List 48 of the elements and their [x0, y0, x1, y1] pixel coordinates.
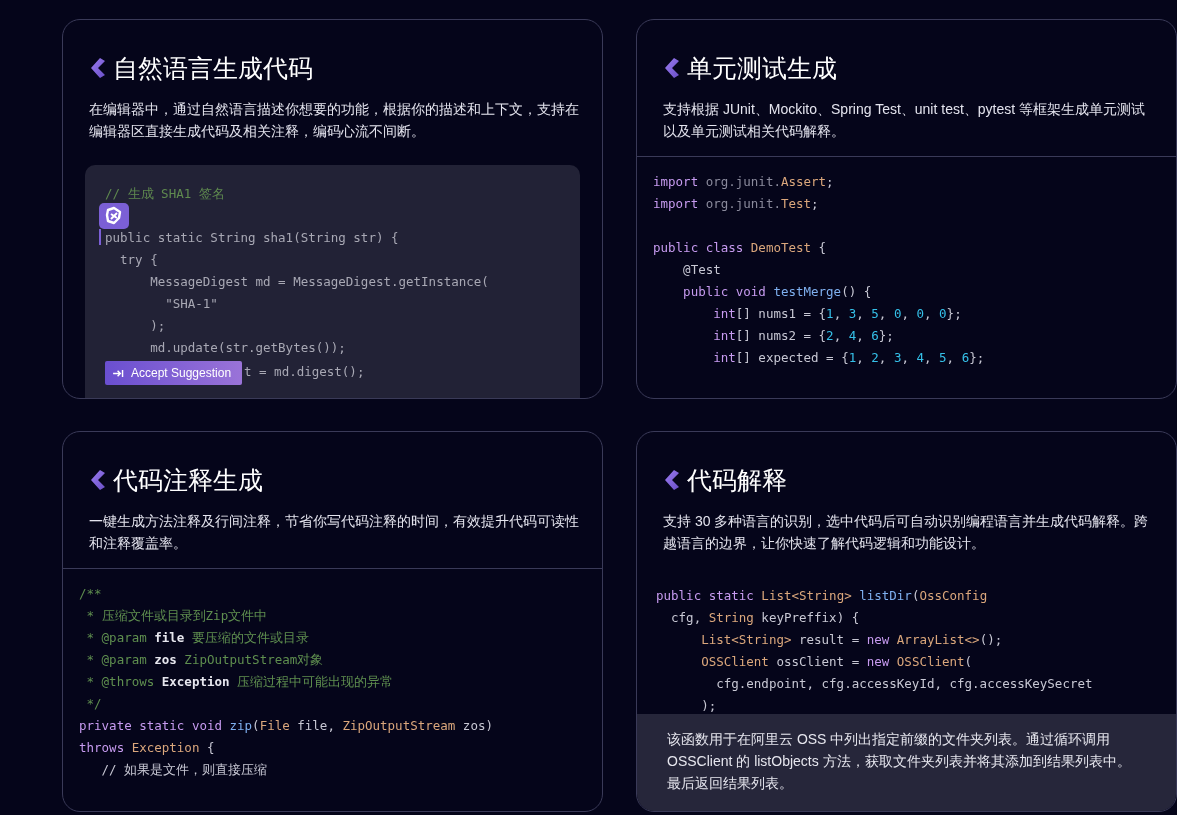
code-line: import org.junit.Assert; [653, 173, 834, 191]
code-line: * 压缩文件或目录到Zip文件中 [85, 607, 268, 625]
code-line: md.update(str.getBytes()); [149, 339, 346, 357]
card-description: 在编辑器中，通过自然语言描述你想要的功能，根据你的描述和上下文，支持在编辑器区直接生成代码及相关注释，编码心流不间断。 [88, 100, 580, 141]
code-line: throws Exception { [79, 739, 215, 757]
code-line: @Test [682, 261, 721, 279]
code-line: OSSClient ossClient = new OSSClient( [700, 653, 973, 671]
code-line: MessageDigest md = MessageDigest.getInstance( [149, 273, 489, 291]
card-title: 代码注释生成 [113, 465, 263, 496]
chevron-icon [663, 469, 681, 491]
code-line: * @param file 要压缩的文件或目录 [85, 629, 309, 647]
code-line: List<String> result = new ArrayList<>(); [700, 631, 1003, 649]
card-description: 支持 30 多种语言的识别，选中代码后可自动识别编程语言并生成代码解释。跨越语言的边界，让你快速了解代码逻辑和功能设计。 [662, 512, 1150, 553]
card-description: 支持根据 JUnit、Mockito、Spring Test、unit test、pytest 等框架生成单元测试以及单元测试相关代码解释。 [662, 100, 1147, 141]
code-line: * @param zos ZipOutputStream对象 [85, 651, 324, 669]
code-line: int[] nums2 = {2, 4, 6}; [712, 327, 894, 345]
card-title: 自然语言生成代码 [113, 53, 313, 84]
chevron-icon [89, 469, 107, 491]
card-description: 一键生成方法注释及行间注释，节省你写代码注释的时间，有效提升代码可读性和注释覆盖率。 [88, 512, 580, 553]
card-title: 代码解释 [687, 465, 787, 496]
code-line: * @throws Exception 压缩过程中可能出现的异常 [85, 673, 394, 691]
text-cursor [99, 229, 101, 245]
code-line: import org.junit.Test; [653, 195, 819, 213]
card-title: 单元测试生成 [687, 53, 837, 84]
accept-suggestion-button[interactable]: Accept Suggestion [105, 361, 242, 385]
chevron-icon [663, 57, 681, 79]
explanation-text: 该函数用于在阿里云 OSS 中列出指定前缀的文件夹列表。通过循环调用 OSSClient 的 listObjects 方法，获取文件夹列表并将其添加到结果列表中。最后返回结果列表。 [666, 730, 1132, 793]
code-line: // 如果是文件，则直接压缩 [100, 761, 268, 779]
chevron-icon [89, 57, 107, 79]
code-line: ); [149, 317, 166, 335]
code-line: ); [700, 697, 717, 715]
code-line: public static List<String> listDir(OssConfig [656, 587, 988, 605]
code-line: int[] nums1 = {1, 3, 5, 0, 0, 0}; [712, 305, 962, 323]
assistant-icon[interactable] [99, 203, 129, 229]
code-line: // 生成 SHA1 签名 [105, 185, 225, 203]
code-line: int[] expected = {1, 2, 3, 4, 5, 6}; [712, 349, 985, 367]
code-line: */ [85, 695, 102, 713]
code-line: "SHA-1" [164, 295, 218, 313]
code-line: cfg.endpoint, cfg.accessKeyId, cfg.accessKeySecret [715, 675, 1093, 693]
code-line: public static String sha1(String str) { [105, 229, 399, 247]
code-line: private static void zip(File file, ZipOutputStream zos) [79, 717, 493, 735]
code-line: t = md.digest(); [244, 363, 365, 381]
code-line: public void testMerge() { [682, 283, 872, 301]
code-line: public class DemoTest { [653, 239, 827, 257]
code-line: try { [119, 251, 158, 269]
tab-key-icon [113, 368, 124, 378]
code-line: /** [79, 585, 102, 603]
code-line: cfg, String keyPreffix) { [670, 609, 860, 627]
